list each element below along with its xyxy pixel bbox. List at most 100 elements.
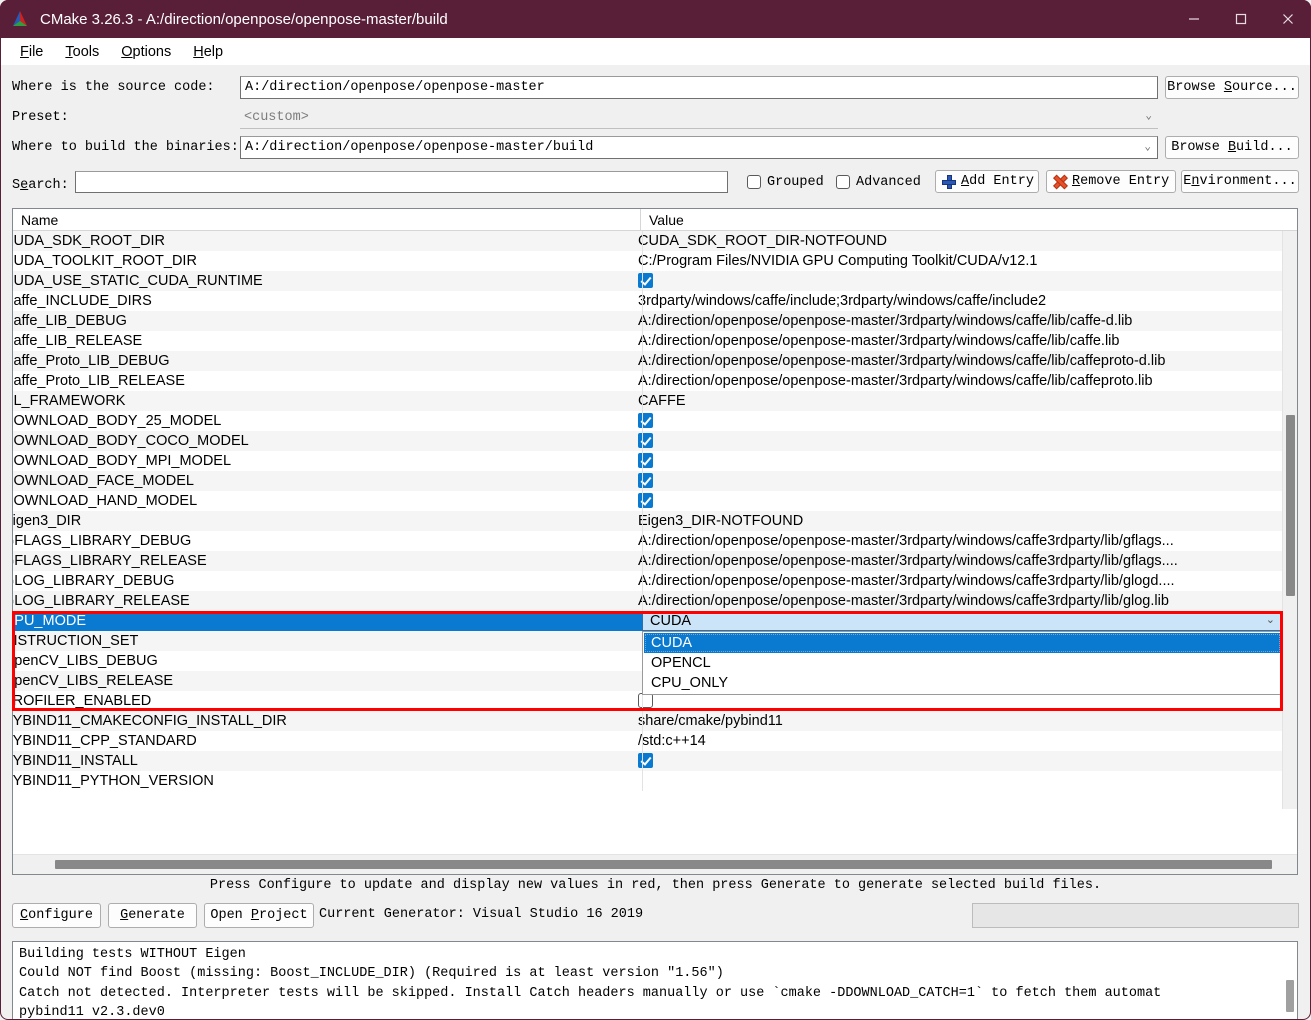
table-row[interactable]: PYBIND11_CPP_STANDARD/std:c++14 [13, 731, 1282, 751]
gpu-mode-dropdown-list[interactable]: CUDA OPENCL CPU_ONLY [642, 631, 1282, 695]
cache-entry-value[interactable] [630, 451, 1282, 471]
dropdown-option[interactable]: CUDA [644, 633, 1281, 653]
checked-checkbox-icon[interactable] [638, 433, 653, 448]
add-entry-button[interactable]: Add Entry [935, 170, 1039, 193]
menu-options[interactable]: Options [110, 42, 182, 62]
cache-entries-table[interactable]: Name Value CUDA_SDK_ROOT_DIR CUDA_SDK_ROO… [12, 208, 1298, 875]
table-row[interactable]: DOWNLOAD_BODY_COCO_MODEL [13, 431, 1282, 451]
output-log[interactable]: Building tests WITHOUT Eigen Could NOT f… [12, 941, 1298, 1020]
cache-entry-value[interactable] [630, 431, 1282, 451]
table-row[interactable]: GFLAGS_LIBRARY_DEBUG A:/direction/openpos… [13, 531, 1282, 551]
dropdown-option[interactable]: CPU_ONLY [644, 673, 1281, 693]
table-row[interactable]: GPU_MODECUDA⌄CUDAOPENCLCPU_ONLY [13, 611, 1282, 695]
menu-tools[interactable]: Tools [54, 42, 110, 62]
cache-entry-value[interactable]: CAFFE [630, 391, 1282, 411]
cache-entry-value[interactable] [630, 411, 1282, 431]
build-path-input[interactable]: A:/direction/openpose/openpose-master/bu… [240, 136, 1158, 159]
table-row[interactable]: Caffe_LIB_RELEASE A:/direction/openpose/o… [13, 331, 1282, 351]
table-row[interactable]: PYBIND11_CMAKECONFIG_INSTALL_DIR share/cm… [13, 711, 1282, 731]
checked-checkbox-icon[interactable] [638, 453, 653, 468]
table-horizontal-scrollbar[interactable] [13, 854, 1297, 874]
cache-entry-value[interactable]: A:/direction/openpose/openpose-master/3r… [630, 351, 1282, 371]
environment-button[interactable]: Environment... [1181, 170, 1299, 193]
table-row[interactable]: DOWNLOAD_BODY_25_MODEL [13, 411, 1282, 431]
table-row[interactable]: Caffe_Proto_LIB_DEBUG A:/direction/openpo… [13, 351, 1282, 371]
scrollbar-thumb[interactable] [1286, 980, 1294, 1012]
cache-entry-name: CUDA_TOOLKIT_ROOT_DIR [13, 253, 197, 269]
table-row[interactable]: Caffe_INCLUDE_DIRS 3rdparty/windows/caffe… [13, 291, 1282, 311]
checked-checkbox-icon[interactable] [638, 413, 653, 428]
browse-source-button[interactable]: Browse Source... [1165, 76, 1299, 99]
cache-entry-value[interactable]: /std:c++14 [630, 731, 1282, 751]
cache-entry-value[interactable]: C:/Program Files/NVIDIA GPU Computing To… [630, 251, 1282, 271]
table-row[interactable]: DOWNLOAD_BODY_MPI_MODEL [13, 451, 1282, 471]
checked-checkbox-icon[interactable] [638, 753, 653, 768]
search-input[interactable] [75, 171, 728, 193]
cache-entry-value[interactable] [630, 471, 1282, 491]
minimize-icon[interactable] [1170, 0, 1217, 38]
cache-entry-value[interactable]: Eigen3_DIR-NOTFOUND [630, 511, 1282, 531]
column-header-value[interactable]: Value [641, 209, 1281, 231]
table-row[interactable]: DOWNLOAD_HAND_MODEL [13, 491, 1282, 511]
cache-entry-value[interactable] [630, 491, 1282, 511]
cache-entry-value[interactable]: A:/direction/openpose/openpose-master/3r… [630, 531, 1282, 551]
table-row[interactable]: PYBIND11_PYTHON_VERSION [13, 771, 1282, 791]
table-row[interactable]: CUDA_USE_STATIC_CUDA_RUNTIME [13, 271, 1282, 291]
cache-entry-value[interactable] [630, 751, 1282, 771]
gpu-mode-combobox[interactable]: CUDA ⌄ [642, 611, 1282, 631]
cache-entry-name: CUDA_USE_STATIC_CUDA_RUNTIME [13, 273, 263, 289]
column-divider [642, 291, 643, 311]
table-row[interactable]: GFLAGS_LIBRARY_RELEASE A:/direction/openp… [13, 551, 1282, 571]
cache-entry-value[interactable]: share/cmake/pybind11 [630, 711, 1282, 731]
advanced-checkbox[interactable]: Advanced [836, 171, 921, 193]
checked-checkbox-icon[interactable] [638, 273, 653, 288]
table-row[interactable]: CUDA_TOOLKIT_ROOT_DIR C:/Program Files/NV… [13, 251, 1282, 271]
cache-entry-value[interactable]: A:/direction/openpose/openpose-master/3r… [630, 371, 1282, 391]
cache-entry-value[interactable]: A:/direction/openpose/openpose-master/3r… [630, 311, 1282, 331]
cache-entry-value[interactable] [630, 271, 1282, 291]
open-project-button[interactable]: Open Project [204, 903, 314, 928]
table-row[interactable]: DOWNLOAD_FACE_MODEL [13, 471, 1282, 491]
menu-help[interactable]: Help [182, 42, 234, 62]
column-header-name[interactable]: Name [13, 209, 641, 231]
scrollbar-thumb[interactable] [1286, 415, 1295, 596]
chevron-down-icon: ⌄ [1144, 141, 1151, 153]
cache-entry-name: PYBIND11_PYTHON_VERSION [13, 773, 214, 789]
browse-build-button[interactable]: Browse Build... [1165, 136, 1299, 159]
cache-entry-value[interactable]: A:/direction/openpose/openpose-master/3r… [630, 331, 1282, 351]
preset-combobox[interactable]: <custom> ⌄ [240, 106, 1158, 129]
table-row[interactable]: PYBIND11_INSTALL [13, 751, 1282, 771]
column-divider [642, 371, 643, 391]
table-row[interactable]: CUDA_SDK_ROOT_DIR CUDA_SDK_ROOT_DIR-NOTFO… [13, 231, 1282, 251]
generate-button[interactable]: Generate [108, 903, 197, 928]
cache-entry-value[interactable]: A:/direction/openpose/openpose-master/3r… [630, 591, 1282, 611]
log-vertical-scrollbar[interactable] [1282, 942, 1297, 1020]
table-row[interactable]: GLOG_LIBRARY_DEBUG A:/direction/openpose/… [13, 571, 1282, 591]
menu-file[interactable]: File [9, 42, 54, 62]
checkbox-icon [747, 175, 761, 189]
cache-entry-value[interactable]: A:/direction/openpose/openpose-master/3r… [630, 551, 1282, 571]
scrollbar-thumb[interactable] [55, 860, 1272, 869]
table-vertical-scrollbar[interactable] [1282, 231, 1297, 809]
cache-entry-value[interactable]: CUDA_SDK_ROOT_DIR-NOTFOUND [630, 231, 1282, 251]
configure-button[interactable]: Configure [12, 903, 101, 928]
current-generator-label: Current Generator: Visual Studio 16 2019 [319, 907, 644, 922]
source-path-input[interactable]: A:/direction/openpose/openpose-master [240, 76, 1158, 99]
column-divider [642, 431, 643, 451]
checked-checkbox-icon[interactable] [638, 473, 653, 488]
table-row[interactable]: Caffe_Proto_LIB_RELEASE A:/direction/open… [13, 371, 1282, 391]
table-row[interactable]: DL_FRAMEWORK CAFFE [13, 391, 1282, 411]
table-row[interactable]: Caffe_LIB_DEBUG A:/direction/openpose/ope… [13, 311, 1282, 331]
unchecked-checkbox-icon[interactable] [638, 693, 653, 708]
table-row[interactable]: Eigen3_DIR Eigen3_DIR-NOTFOUND [13, 511, 1282, 531]
grouped-checkbox[interactable]: Grouped [747, 171, 824, 193]
remove-entry-button[interactable]: Remove Entry [1046, 170, 1176, 193]
cache-entry-value[interactable]: A:/direction/openpose/openpose-master/3r… [630, 571, 1282, 591]
close-icon[interactable] [1264, 0, 1311, 38]
cache-entry-value[interactable] [630, 771, 1282, 791]
table-row[interactable]: GLOG_LIBRARY_RELEASE A:/direction/openpos… [13, 591, 1282, 611]
checked-checkbox-icon[interactable] [638, 493, 653, 508]
maximize-icon[interactable] [1217, 0, 1264, 38]
cache-entry-value[interactable]: 3rdparty/windows/caffe/include;3rdparty/… [630, 291, 1282, 311]
dropdown-option[interactable]: OPENCL [644, 653, 1281, 673]
